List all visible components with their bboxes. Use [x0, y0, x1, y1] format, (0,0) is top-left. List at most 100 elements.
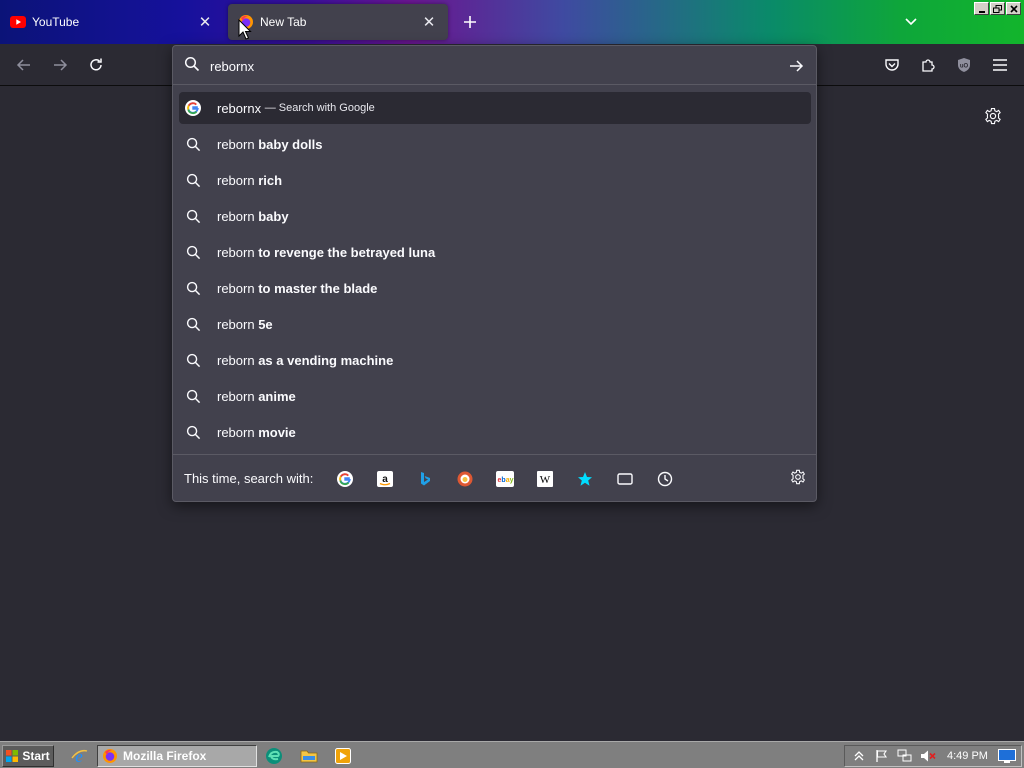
restore-button[interactable] — [990, 2, 1005, 15]
suggestion-prefix: reborn — [217, 424, 255, 440]
urlbar — [173, 46, 816, 85]
search-settings-gear-icon[interactable] — [790, 469, 806, 490]
windows-logo-icon — [6, 750, 19, 762]
file-explorer-icon[interactable] — [300, 747, 318, 765]
firefox-icon — [103, 749, 117, 763]
suggestion-prefix: reborn — [217, 388, 255, 404]
suggestion-row[interactable]: reborn as a vending machine — [179, 342, 811, 378]
tabs-icon[interactable] — [609, 465, 641, 493]
suggestion-prefix: reborn — [217, 280, 255, 296]
heuristic-result[interactable]: rebornx — Search with Google — [179, 92, 811, 124]
show-hidden-icons-icon[interactable] — [850, 747, 868, 765]
menu-icon[interactable] — [988, 53, 1012, 77]
network-icon[interactable] — [896, 747, 914, 765]
close-window-button[interactable] — [1006, 2, 1021, 15]
wikipedia-icon[interactable]: W — [529, 465, 561, 493]
heuristic-query: rebornx — [217, 100, 262, 116]
ublock-origin-icon[interactable]: uO — [952, 53, 976, 77]
search-icon — [184, 56, 200, 77]
suggestion-prefix: reborn — [217, 208, 255, 224]
search-icon — [185, 244, 201, 260]
suggestion-row[interactable]: reborn to master the blade — [179, 270, 811, 306]
suggestion-row[interactable]: reborn movie — [179, 414, 811, 450]
suggestion-prefix: reborn — [217, 136, 255, 152]
search-icon — [185, 388, 201, 404]
suggestion-completion: anime — [258, 388, 296, 404]
suggestion-row[interactable]: reborn to revenge the betrayed luna — [179, 234, 811, 270]
taskbar-task-label: Mozilla Firefox — [123, 749, 207, 763]
forward-icon[interactable] — [48, 53, 72, 77]
taskbar-clock[interactable]: 4:49 PM — [947, 750, 988, 762]
ebay-icon[interactable]: ebay — [489, 465, 521, 493]
suggestion-completion: movie — [258, 424, 296, 440]
heuristic-action: — Search with Google — [264, 102, 375, 114]
tab-title: YouTube — [32, 15, 80, 29]
svg-text:W: W — [540, 474, 551, 486]
urlbar-input[interactable] — [210, 55, 770, 77]
svg-text:e: e — [75, 747, 83, 765]
start-label: Start — [22, 749, 50, 763]
volume-muted-icon[interactable] — [919, 747, 937, 765]
start-button[interactable]: Start — [2, 745, 54, 767]
close-tab-icon[interactable]: ✕ — [420, 13, 438, 31]
suggestion-prefix: reborn — [217, 316, 255, 332]
suggestion-row[interactable]: reborn 5e — [179, 306, 811, 342]
search-icon — [185, 424, 201, 440]
svg-text:uO: uO — [960, 64, 969, 70]
one-off-label: This time, search with: — [184, 471, 314, 486]
history-icon[interactable] — [649, 465, 681, 493]
suggestion-completion: 5e — [258, 316, 273, 332]
taskbar: Start e Mozilla Firefox 4:49 PM — [0, 741, 1024, 768]
search-icon — [185, 316, 201, 332]
new-tab-button[interactable] — [458, 10, 482, 34]
plus-icon — [464, 16, 476, 28]
edge-icon[interactable] — [265, 747, 283, 765]
search-icon — [185, 208, 201, 224]
suggestion-completion: baby — [258, 208, 289, 224]
extensions-icon[interactable] — [916, 53, 940, 77]
suggestion-completion: rich — [258, 172, 283, 188]
svg-text:ebay: ebay — [498, 477, 514, 484]
google-icon — [185, 100, 201, 116]
suggestion-prefix: reborn — [217, 172, 255, 188]
search-icon — [185, 172, 201, 188]
amazon-icon[interactable]: a — [369, 465, 401, 493]
suggestion-row[interactable]: reborn rich — [179, 162, 811, 198]
bookmarks-icon[interactable] — [569, 465, 601, 493]
bing-icon[interactable] — [409, 465, 441, 493]
suggestion-completion: baby dolls — [258, 136, 323, 152]
one-off-search-bar: This time, search with: a ebay W — [173, 454, 816, 502]
search-icon — [185, 136, 201, 152]
suggestion-completion: to revenge the betrayed luna — [258, 244, 436, 260]
google-icon[interactable] — [329, 465, 361, 493]
mouse-cursor-icon — [238, 18, 252, 41]
suggestion-row[interactable]: reborn baby — [179, 198, 811, 234]
action-center-flag-icon[interactable] — [873, 747, 891, 765]
reload-icon[interactable] — [84, 53, 108, 77]
close-tab-icon[interactable]: ✕ — [196, 13, 214, 31]
suggestion-completion: to master the blade — [258, 280, 378, 296]
duckduckgo-icon[interactable] — [449, 465, 481, 493]
tab-title: New Tab — [260, 15, 307, 29]
tab-new-tab[interactable]: New Tab ✕ — [228, 4, 448, 40]
internet-explorer-icon[interactable]: e — [70, 747, 88, 765]
list-all-tabs-button[interactable] — [899, 10, 923, 34]
pocket-icon[interactable] — [880, 53, 904, 77]
urlbar-results: rebornx — Search with Google reborn baby… — [179, 92, 811, 450]
media-player-icon[interactable] — [334, 747, 352, 765]
search-icon — [185, 280, 201, 296]
minimize-button[interactable] — [974, 2, 989, 15]
suggestion-row[interactable]: reborn anime — [179, 378, 811, 414]
back-icon[interactable] — [12, 53, 36, 77]
tab-youtube[interactable]: YouTube ✕ — [0, 4, 224, 40]
tab-strip: YouTube ✕ New Tab ✕ — [0, 0, 1024, 44]
taskbar-firefox-button[interactable]: Mozilla Firefox — [97, 745, 257, 767]
window-controls — [974, 2, 1021, 15]
urlbar-popup: rebornx — Search with Google reborn baby… — [172, 45, 817, 502]
suggestion-row[interactable]: reborn baby dolls — [179, 126, 811, 162]
go-arrow-icon[interactable] — [784, 54, 808, 78]
show-desktop-icon[interactable] — [997, 747, 1016, 765]
customize-new-tab-gear-icon[interactable] — [981, 104, 1005, 128]
suggestion-prefix: reborn — [217, 244, 255, 260]
search-icon — [185, 352, 201, 368]
